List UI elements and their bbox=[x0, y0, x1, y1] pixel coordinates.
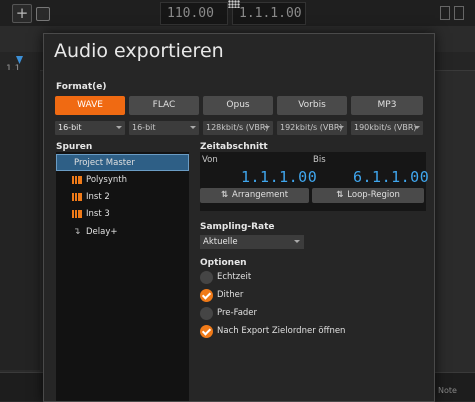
track-label: Inst 3 bbox=[86, 209, 110, 219]
grip-icon bbox=[228, 0, 240, 8]
mp3-bitrate-select[interactable]: 190kbit/s (VBR) bbox=[351, 121, 423, 135]
track-item-polysynth[interactable]: Polysynth bbox=[56, 172, 189, 189]
option-label: Dither bbox=[217, 290, 244, 300]
checkmark-icon[interactable] bbox=[200, 289, 213, 302]
piano-icon bbox=[72, 176, 82, 184]
select-value: 190kbit/s (VBR) bbox=[354, 123, 417, 132]
track-label: Delay+ bbox=[86, 227, 118, 237]
button-label: Arrangement bbox=[232, 190, 289, 200]
select-value: 128kbit/s (VBR) bbox=[206, 123, 269, 132]
panel-icon[interactable] bbox=[454, 6, 464, 20]
checkmark-icon[interactable] bbox=[200, 325, 213, 338]
track-item-inst-2[interactable]: Inst 2 bbox=[56, 189, 189, 206]
sampling-rate-label: Sampling-Rate bbox=[200, 222, 275, 232]
position-display[interactable]: 1.1.1.00 bbox=[232, 2, 306, 25]
loop-region-button[interactable]: ⇅ Loop-Region bbox=[312, 188, 424, 203]
from-label: Von bbox=[202, 155, 218, 165]
piano-icon bbox=[72, 210, 82, 218]
tracks-list: Project Master Polysynth Inst 2 Inst 3 ↴… bbox=[56, 152, 189, 401]
format-mp3-button[interactable]: MP3 bbox=[351, 96, 423, 115]
option-label: Pre-Fader bbox=[217, 308, 258, 318]
checkbox-icon[interactable] bbox=[200, 271, 213, 284]
track-label: Project Master bbox=[74, 158, 135, 168]
tempo-display[interactable]: 110.00 bbox=[160, 2, 228, 25]
format-vorbis-button[interactable]: Vorbis bbox=[277, 96, 347, 115]
from-value[interactable]: 1.1.1.00 bbox=[241, 168, 317, 186]
time-range-label: Zeitabschnitt bbox=[200, 142, 268, 152]
select-value: 192kbit/s (VBR) bbox=[280, 123, 343, 132]
wave-bitdepth-select[interactable]: 16-bit bbox=[55, 121, 125, 135]
dialog-title: Audio exportieren bbox=[54, 40, 224, 62]
arrangement-button[interactable]: ⇅ Arrangement bbox=[200, 188, 309, 203]
bottom-label: Note bbox=[438, 386, 457, 395]
format-wave-button[interactable]: WAVE bbox=[55, 96, 125, 115]
chevron-down-icon bbox=[116, 126, 122, 129]
flac-bitdepth-select[interactable]: 16-bit bbox=[129, 121, 199, 135]
layout-icon[interactable] bbox=[36, 7, 50, 21]
panel-icon[interactable] bbox=[440, 6, 450, 20]
checkbox-icon[interactable] bbox=[200, 307, 213, 320]
range-icon: ⇅ bbox=[220, 190, 228, 200]
sampling-rate-select[interactable]: Aktuelle bbox=[200, 235, 304, 249]
chevron-down-icon bbox=[414, 126, 420, 129]
chevron-down-icon bbox=[190, 126, 196, 129]
vorbis-bitrate-select[interactable]: 192kbit/s (VBR) bbox=[277, 121, 347, 135]
track-item-delay[interactable]: ↴ Delay+ bbox=[56, 224, 189, 241]
track-item-project-master[interactable]: Project Master bbox=[56, 154, 189, 171]
button-label: Loop-Region bbox=[347, 190, 400, 200]
format-opus-button[interactable]: Opus bbox=[203, 96, 273, 115]
piano-icon bbox=[72, 193, 82, 201]
format-flac-button[interactable]: FLAC bbox=[129, 96, 199, 115]
select-value: Aktuelle bbox=[203, 237, 238, 247]
option-label: Echtzeit bbox=[217, 272, 252, 282]
track-header-area bbox=[0, 70, 40, 370]
select-value: 16-bit bbox=[132, 123, 156, 132]
add-icon[interactable]: + bbox=[12, 4, 32, 23]
track-label: Inst 2 bbox=[86, 192, 110, 202]
to-value[interactable]: 6.1.1.00 bbox=[353, 168, 429, 186]
to-label: Bis bbox=[313, 155, 326, 165]
send-icon: ↴ bbox=[73, 227, 81, 237]
options-label: Optionen bbox=[200, 258, 247, 268]
select-value: 16-bit bbox=[58, 123, 82, 132]
format-section-label: Format(e) bbox=[56, 82, 107, 92]
range-icon: ⇅ bbox=[336, 190, 344, 200]
chevron-down-icon bbox=[294, 240, 300, 243]
track-item-inst-3[interactable]: Inst 3 bbox=[56, 206, 189, 223]
chevron-down-icon bbox=[264, 126, 270, 129]
export-dialog: Audio exportieren Format(e) WAVE FLAC Op… bbox=[43, 33, 435, 402]
window-icons bbox=[440, 6, 470, 20]
option-label: Nach Export Zielordner öffnen bbox=[217, 326, 346, 336]
chevron-down-icon bbox=[338, 126, 344, 129]
tracks-section-label: Spuren bbox=[56, 142, 93, 152]
track-label: Polysynth bbox=[86, 175, 127, 185]
opus-bitrate-select[interactable]: 128kbit/s (VBR) bbox=[203, 121, 273, 135]
